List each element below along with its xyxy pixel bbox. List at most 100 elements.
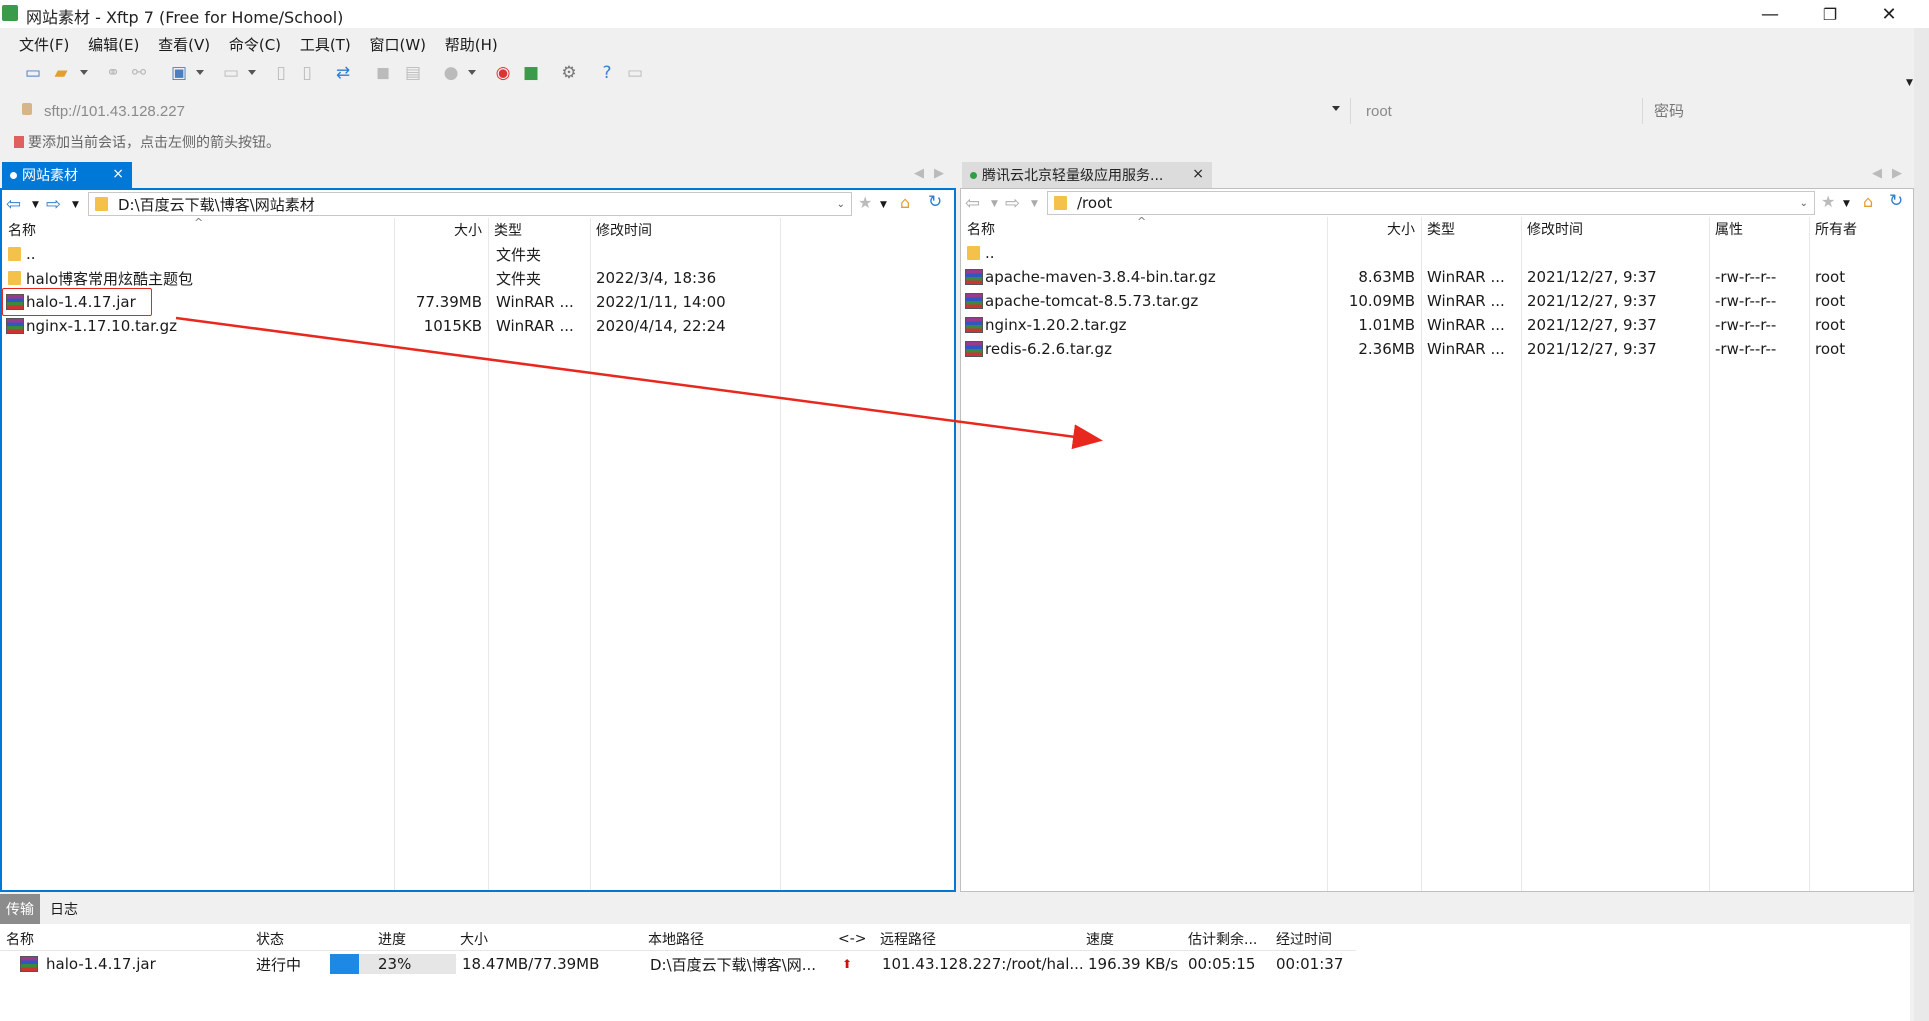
list-item[interactable]: nginx-1.20.2.tar.gz 1.01MB WinRAR ... 20… (961, 313, 1913, 337)
col-elapsed[interactable]: 经过时间 (1270, 928, 1356, 950)
open-folder-icon[interactable]: ▰ (50, 62, 72, 84)
home-folder-icon[interactable]: ⌂ (1863, 192, 1873, 211)
app-icon (2, 5, 18, 21)
col-name[interactable]: 名称 (0, 928, 250, 950)
chat-icon[interactable]: ▭ (624, 62, 646, 84)
star-icon[interactable]: ★ (858, 193, 872, 212)
menu-file[interactable]: 文件(F) (12, 30, 76, 59)
tab-local[interactable]: 网站素材 × (2, 162, 132, 188)
col-remote-path[interactable]: 远程路径 (874, 928, 1080, 950)
tab-remote[interactable]: 腾讯云北京轻量级应用服务... × (962, 162, 1212, 188)
sync-icon[interactable]: ⇄ (332, 62, 354, 84)
chevron-down-icon[interactable] (468, 70, 476, 75)
col-type[interactable]: 类型 (488, 218, 590, 242)
stop-icon[interactable]: ◼ (372, 62, 394, 84)
col-size[interactable]: 大小 (394, 218, 488, 242)
forward-icon[interactable]: ⇨ (1005, 193, 1020, 214)
xshell-icon[interactable]: ■ (520, 62, 542, 84)
netsarang-icon[interactable]: ◉ (492, 62, 514, 84)
list-item[interactable]: redis-6.2.6.tar.gz 2.36MB WinRAR ... 202… (961, 337, 1913, 361)
tab-log[interactable]: 日志 (44, 894, 84, 924)
col-direction[interactable]: <-> (832, 928, 880, 950)
col-type[interactable]: 类型 (1421, 217, 1521, 241)
hint-bar: 要添加当前会话，点击左侧的箭头按钮。 (14, 132, 1514, 154)
menu-command[interactable]: 命令(C) (222, 30, 288, 59)
pages-icon[interactable]: ▤ (402, 62, 424, 84)
username-input[interactable] (1364, 98, 1648, 124)
menu-view[interactable]: 查看(V) (151, 30, 217, 59)
terminal-icon[interactable]: ▭ (220, 62, 242, 84)
connect-icon[interactable]: ⚭ (102, 62, 124, 84)
list-item[interactable]: apache-tomcat-8.5.73.tar.gz 10.09MB WinR… (961, 289, 1913, 313)
star-icon[interactable]: ★ (1821, 192, 1835, 211)
remote-path-input[interactable]: /root ⌄ (1047, 191, 1815, 215)
close-icon[interactable]: × (112, 166, 124, 182)
col-size[interactable]: 大小 (454, 928, 642, 950)
refresh-icon[interactable]: ↻ (928, 192, 942, 212)
chevron-left-icon[interactable]: ◀ (1872, 166, 1882, 181)
remote-pane: 腾讯云北京轻量级应用服务... × ◀ ▶ ⇦ ▼ ⇨ ▼ /root ⌄ ★ … (960, 162, 1914, 892)
copy-icon[interactable]: ▯ (270, 62, 292, 84)
back-icon[interactable]: ⇦ (965, 193, 980, 214)
col-size[interactable]: 大小 (1327, 217, 1421, 241)
chevron-down-icon[interactable] (1332, 106, 1340, 111)
list-item[interactable]: apache-maven-3.8.4-bin.tar.gz 8.63MB Win… (961, 265, 1913, 289)
col-progress[interactable]: 进度 (372, 928, 452, 950)
file-type: 文件夹 (496, 269, 542, 288)
col-owner[interactable]: 所有者 (1809, 217, 1909, 241)
chevron-down-icon[interactable]: ▼ (991, 199, 998, 209)
list-item[interactable]: .. 文件夹 (2, 242, 954, 266)
col-attr[interactable]: 属性 (1709, 217, 1809, 241)
list-item[interactable]: halo博客常用炫酷主题包 文件夹 2022/3/4, 18:36 (2, 266, 954, 290)
col-modified[interactable]: 修改时间 (1521, 217, 1709, 241)
menu-tools[interactable]: 工具(T) (293, 30, 358, 59)
chevron-down-icon[interactable] (196, 70, 204, 75)
chevron-down-icon[interactable] (80, 70, 88, 75)
file-type: 文件夹 (496, 245, 542, 264)
status-circle-icon[interactable]: ● (440, 62, 462, 84)
home-folder-icon[interactable]: ⌂ (900, 193, 910, 212)
connected-dot-icon (970, 171, 977, 179)
toolbar-overflow-icon[interactable]: ▼ (1906, 78, 1913, 88)
col-modified[interactable]: 修改时间 (590, 218, 780, 242)
chevron-down-icon[interactable]: ⌄ (1800, 198, 1808, 209)
menu-edit[interactable]: 编辑(E) (81, 30, 146, 59)
chevron-down-icon[interactable]: ▼ (1843, 199, 1850, 209)
local-path-input[interactable]: D:\百度云下载\博客\网站素材 ⌄ (88, 192, 852, 216)
password-input[interactable] (1652, 98, 1906, 124)
chevron-down-icon[interactable]: ⌄ (837, 199, 845, 210)
menu-help[interactable]: 帮助(H) (438, 30, 505, 59)
chevron-down-icon[interactable]: ▼ (32, 200, 39, 210)
back-icon[interactable]: ⇦ (6, 194, 21, 215)
maximize-button[interactable]: ❐ (1807, 0, 1853, 28)
minimize-button[interactable]: — (1747, 0, 1793, 28)
bookmark-icon[interactable] (14, 136, 24, 148)
disconnect-icon[interactable]: ⚯ (128, 62, 150, 84)
col-local-path[interactable]: 本地路径 (642, 928, 832, 950)
chevron-down-icon[interactable] (248, 70, 256, 75)
paste-icon[interactable]: ▯ (296, 62, 318, 84)
chevron-down-icon[interactable]: ▼ (880, 200, 887, 210)
col-status[interactable]: 状态 (250, 928, 326, 950)
list-item[interactable]: nginx-1.17.10.tar.gz 1015KB WinRAR ... 2… (2, 314, 954, 338)
close-icon[interactable]: × (1192, 166, 1204, 182)
chevron-down-icon[interactable]: ▼ (1031, 199, 1038, 209)
close-button[interactable]: ✕ (1866, 0, 1912, 28)
refresh-icon[interactable]: ↻ (1889, 191, 1903, 211)
menu-window[interactable]: 窗口(W) (362, 30, 433, 59)
chevron-left-icon[interactable]: ◀ (914, 166, 924, 181)
chevron-right-icon[interactable]: ▶ (1892, 166, 1902, 181)
col-speed[interactable]: 速度 (1080, 928, 1182, 950)
gear-icon[interactable]: ⚙ (558, 62, 580, 84)
forward-icon[interactable]: ⇨ (46, 194, 61, 215)
new-session-icon[interactable]: ▭ (22, 62, 44, 84)
chevron-down-icon[interactable]: ▼ (72, 200, 79, 210)
list-item[interactable]: .. (961, 241, 1913, 265)
host-input[interactable] (42, 98, 1356, 124)
window-scrollbar[interactable] (1914, 28, 1929, 1021)
help-icon[interactable]: ? (596, 62, 618, 84)
col-remaining[interactable]: 估计剩余... (1182, 928, 1270, 950)
tab-transfer[interactable]: 传输 (0, 894, 40, 924)
chevron-right-icon[interactable]: ▶ (934, 166, 944, 181)
new-window-icon[interactable]: ▣ (168, 62, 190, 84)
